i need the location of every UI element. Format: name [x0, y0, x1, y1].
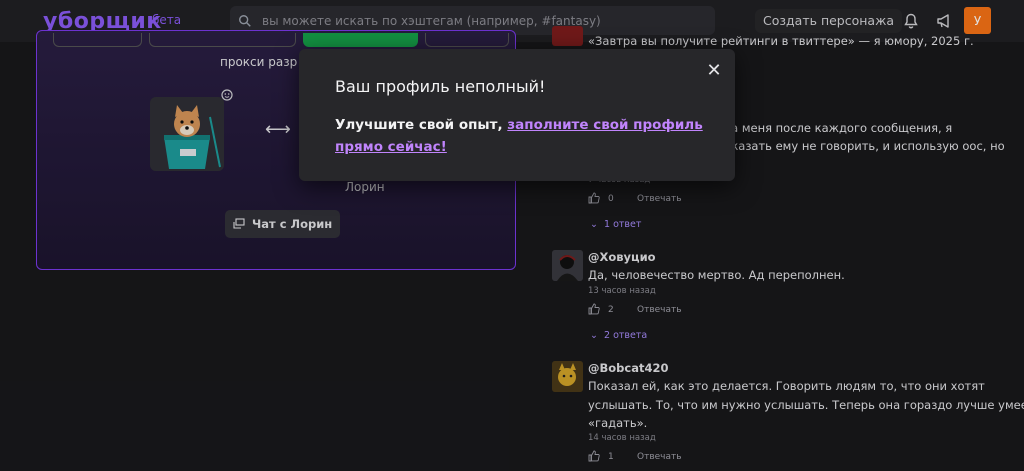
show-replies-button[interactable]: ⌄ 1 ответ	[590, 219, 641, 230]
like-count: 0	[608, 194, 614, 204]
chat-button-label: Чат с Лорин	[252, 217, 333, 231]
comment-avatar[interactable]	[552, 250, 583, 281]
like-count: 1	[608, 452, 614, 462]
comment-text: «гадать».	[588, 416, 648, 430]
swap-arrow-icon: ⟷	[265, 119, 291, 140]
replies-label: 1 ответ	[604, 219, 642, 230]
dialog-body: Улучшите свой опыт, заполните свой профи…	[335, 114, 715, 158]
reply-button[interactable]: Отвечать	[637, 452, 682, 462]
comment-avatar[interactable]	[552, 361, 583, 392]
reply-button[interactable]: Отвечать	[637, 305, 682, 315]
comment-username[interactable]: @Ховуцио	[588, 250, 656, 264]
comment-timestamp: 14 часов назад	[588, 433, 656, 443]
incomplete-profile-dialog: ✕ Ваш профиль неполный! Улучшите свой оп…	[299, 49, 735, 181]
comment-text: сказать ему не говорить, и использую оос…	[725, 139, 1005, 153]
tag-pill[interactable]	[425, 33, 509, 47]
thumbs-up-icon[interactable]	[588, 450, 600, 462]
chevron-down-icon: ⌄	[590, 330, 598, 341]
comment-text: Показал ей, как это делается. Говорить л…	[588, 379, 985, 393]
proxy-label: прокси разр	[220, 55, 298, 69]
like-count: 2	[608, 305, 614, 315]
tag-pill[interactable]	[149, 33, 296, 47]
character-name: Лорин	[345, 180, 385, 194]
close-icon[interactable]: ✕	[703, 59, 725, 81]
comment-text: за меня после каждого сообщения, я	[725, 121, 953, 135]
tag-pill[interactable]	[53, 33, 142, 47]
comment-avatar[interactable]	[552, 26, 583, 46]
comment-text: услышать. То, что им нужно услышать. Теп…	[588, 398, 1024, 412]
character-image	[150, 97, 224, 171]
thumbs-up-icon[interactable]	[588, 303, 600, 315]
search-icon	[239, 14, 251, 27]
comment-text: Да, человечество мертво. Ад переполнен.	[588, 268, 845, 282]
tag-pill[interactable]	[303, 33, 418, 47]
chat-with-character-button[interactable]: Чат с Лорин	[225, 210, 341, 238]
dialog-lead-text: Улучшите свой опыт,	[335, 117, 503, 133]
theater-mask-icon	[221, 89, 233, 101]
reply-button[interactable]: Отвечать	[637, 194, 682, 204]
dialog-title: Ваш профиль неполный!	[335, 77, 546, 96]
replies-label: 2 ответа	[604, 330, 648, 341]
comment-username[interactable]: @Bobcat420	[588, 361, 668, 375]
chevron-down-icon: ⌄	[590, 219, 598, 230]
beta-badge: бета	[152, 13, 182, 27]
comment-text: «Завтра вы получите рейтинги в твиттере»…	[588, 34, 974, 48]
show-replies-button[interactable]: ⌄ 2 ответа	[590, 330, 647, 341]
comment-timestamp: 13 часов назад	[588, 286, 656, 296]
thumbs-up-icon[interactable]	[588, 192, 600, 204]
chat-icon	[233, 218, 245, 229]
